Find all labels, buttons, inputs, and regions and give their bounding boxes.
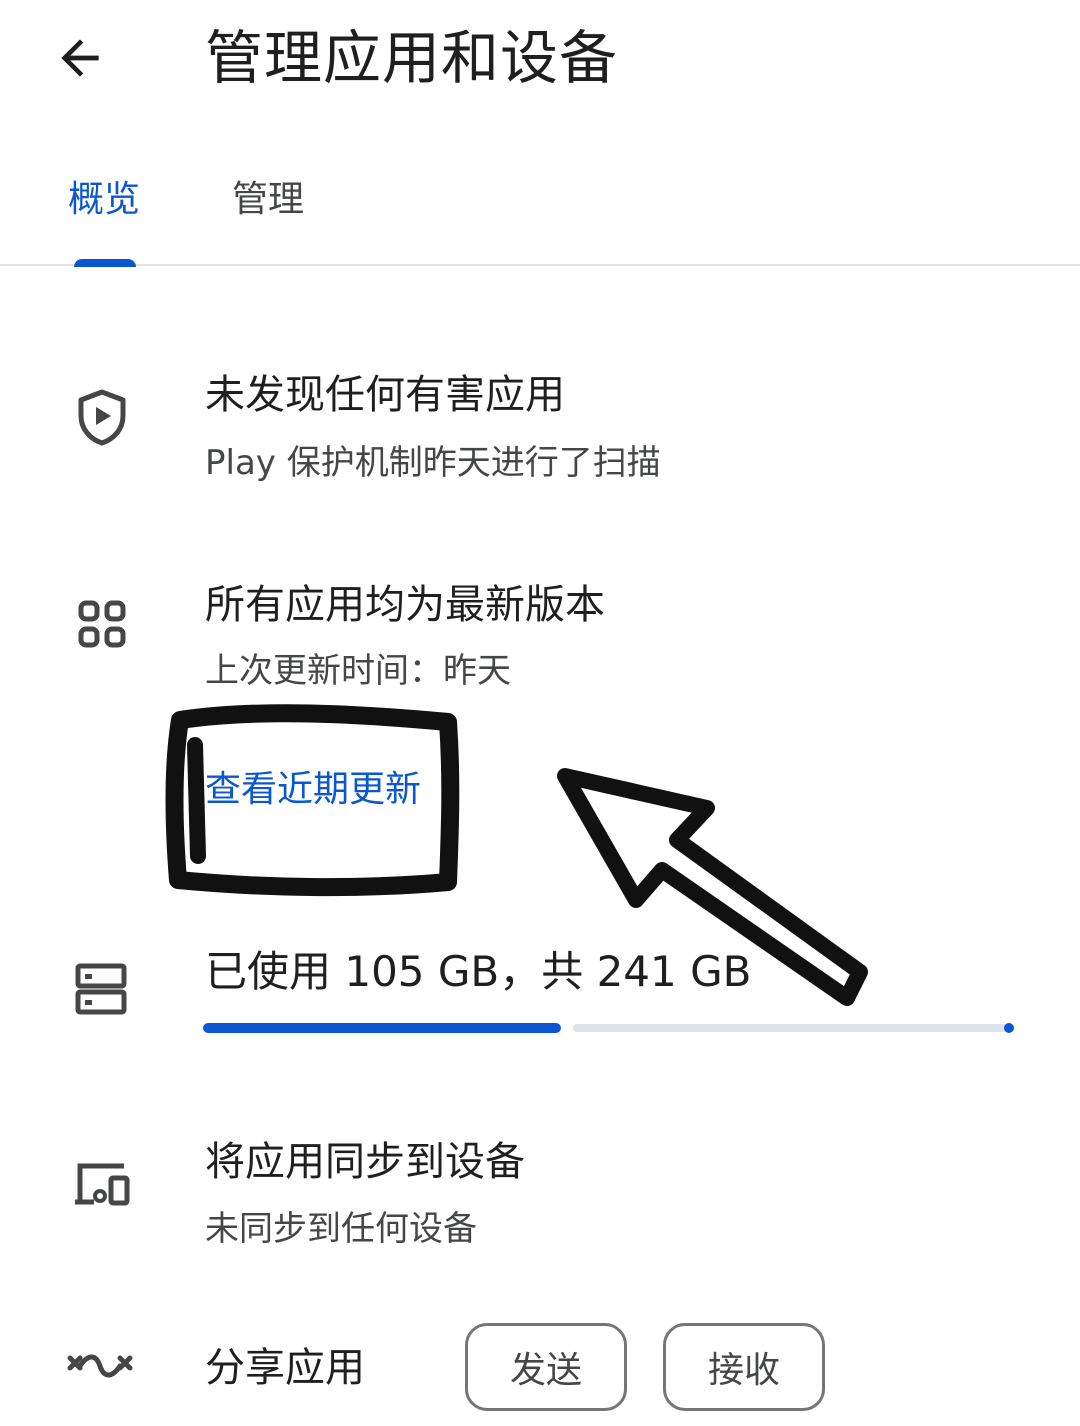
sync-row[interactable]: 将应用同步到设备 未同步到任何设备 [0,1130,1080,1270]
sync-subtitle: 未同步到任何设备 [205,1209,477,1249]
back-button[interactable] [40,18,120,98]
sync-title: 将应用同步到设备 [205,1139,525,1185]
protection-title: 未发现任何有害应用 [205,372,565,418]
storage-bar-end-dot [1004,1023,1014,1033]
storage-label: 已使用 105 GB，共 241 GB [205,947,752,996]
devices-icon [75,1163,130,1206]
protection-subtitle: Play 保护机制昨天进行了扫描 [205,443,661,483]
updates-title: 所有应用均为最新版本 [205,582,605,628]
tab-indicator [74,259,136,267]
storage-bar-free [573,1024,1009,1032]
tab-overview[interactable]: 概览 [68,176,140,224]
view-recent-updates-link[interactable]: 查看近期更新 [205,766,421,814]
send-button[interactable]: 发送 [465,1323,627,1411]
receive-button[interactable]: 接收 [663,1323,825,1411]
protection-row[interactable]: 未发现任何有害应用 Play 保护机制昨天进行了扫描 [0,355,1080,505]
share-title: 分享应用 [205,1345,365,1391]
page-title: 管理应用和设备 [205,24,619,92]
updates-row: 所有应用均为最新版本 上次更新时间：昨天 [0,565,1080,705]
storage-icon [75,963,127,1015]
arrow-back-icon [61,39,99,77]
tab-manage[interactable]: 管理 [232,176,304,224]
storage-bar-used [203,1023,561,1033]
nearby-share-icon [67,1354,133,1378]
apps-grid-icon [78,600,126,648]
shield-play-icon [78,389,126,446]
updates-subtitle: 上次更新时间：昨天 [205,651,511,691]
tabs-divider [0,264,1080,266]
annotation-box-left-stroke [187,737,206,864]
